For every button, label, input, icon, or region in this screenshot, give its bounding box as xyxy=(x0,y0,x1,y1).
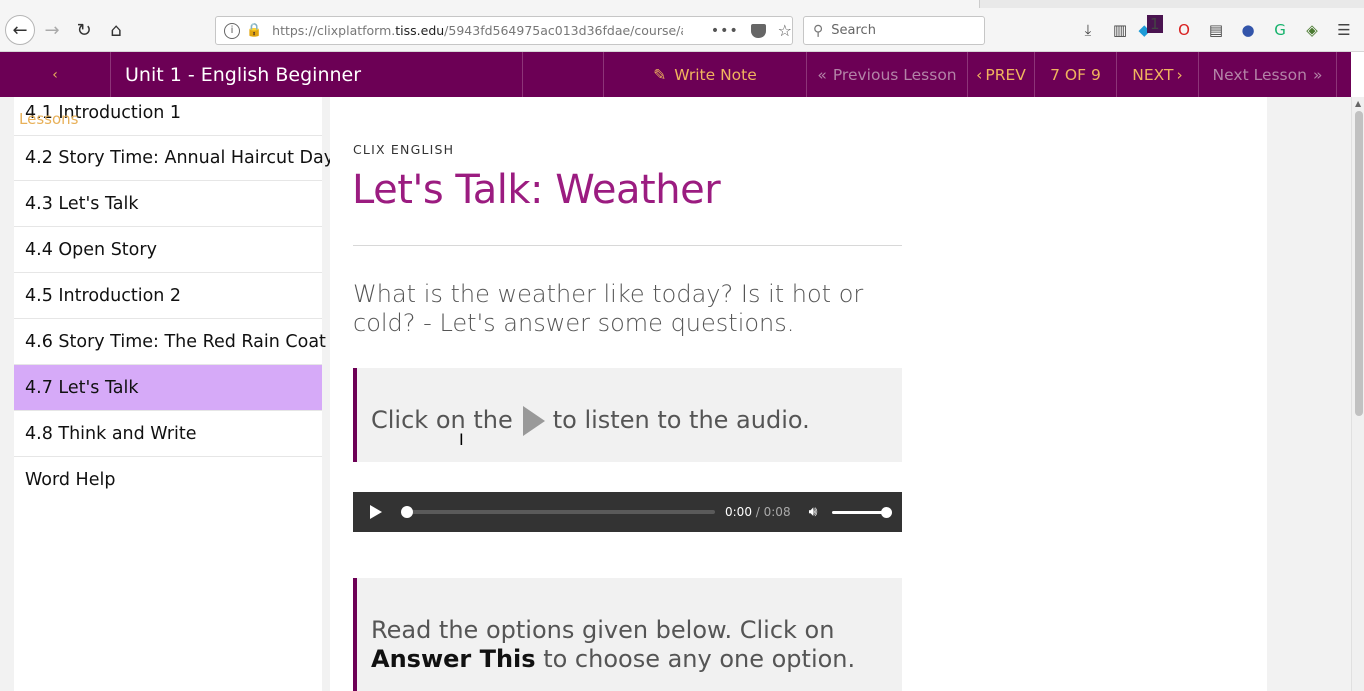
lesson-sidebar: 4.1 Introduction 1 Lessons 4.2 Story Tim… xyxy=(14,97,334,691)
options-instruction-text: Read the options given below. Click on A… xyxy=(371,616,891,674)
sidebar-item-4-8[interactable]: 4.8 Think and Write xyxy=(14,411,322,457)
home-icon[interactable]: ⌂ xyxy=(102,16,130,44)
write-note-button[interactable]: ✎ Write Note xyxy=(603,52,807,97)
pencil-icon: ✎ xyxy=(653,65,667,84)
audio-time: 0:00 / 0:08 xyxy=(725,505,791,519)
prev-label: PREV xyxy=(985,65,1026,84)
play-icon xyxy=(522,406,545,436)
pocket-icon[interactable] xyxy=(750,23,766,38)
notification-badge: 1 xyxy=(1147,15,1163,33)
chevron-right-small-icon: › xyxy=(1176,65,1183,84)
previous-lesson-button[interactable]: « Previous Lesson xyxy=(807,52,968,97)
url-bar[interactable]: i 🔒 https://clixplatform.tiss.edu/5943fd… xyxy=(215,16,793,45)
course-kicker: CLIX ENGLISH xyxy=(353,142,455,157)
volume-handle[interactable] xyxy=(881,506,893,518)
play-button-icon[interactable] xyxy=(370,505,382,519)
library-icon[interactable]: ▥ xyxy=(1104,21,1136,39)
intro-text: What is the weather like today? Is it ho… xyxy=(353,280,864,337)
scrollbar-thumb[interactable] xyxy=(1355,111,1363,416)
answer-this-label: Answer This xyxy=(371,645,536,673)
prev-button[interactable]: ‹ PREV xyxy=(968,52,1035,97)
lesson-content: CLIX ENGLISH Let's Talk: Weather What is… xyxy=(330,97,1267,691)
search-input[interactable]: ⚲ Search xyxy=(803,16,985,45)
chevron-left-small-icon: ‹ xyxy=(976,65,983,84)
color-extension-icon[interactable]: ● xyxy=(1232,21,1264,39)
search-icon: ⚲ xyxy=(813,22,824,39)
options-instruction-box: Read the options given below. Click on A… xyxy=(353,578,902,691)
options-text-1: Read the options given below. Click on xyxy=(371,616,835,644)
page-background-gap xyxy=(322,97,330,691)
audio-seek-bar[interactable] xyxy=(401,506,715,518)
page-title: Let's Talk: Weather xyxy=(352,167,721,213)
page-background-right xyxy=(1267,97,1351,691)
search-placeholder: Search xyxy=(831,23,876,38)
audio-instruction-text: Click on the to listen to the audio. xyxy=(371,406,810,436)
next-label: NEXT xyxy=(1132,65,1174,84)
sidebar-item-word-help[interactable]: Word Help xyxy=(14,457,322,503)
lock-icon: 🔒 xyxy=(245,23,263,38)
sidebar-icon[interactable]: ▤ xyxy=(1200,21,1232,39)
url-text[interactable]: https://clixplatform.tiss.edu/5943fd5649… xyxy=(272,23,683,38)
audio-duration: 0:08 xyxy=(763,505,791,519)
instruction-before: Click on the xyxy=(371,406,513,434)
next-button[interactable]: NEXT › xyxy=(1117,52,1199,97)
opera-icon[interactable]: O xyxy=(1168,21,1200,39)
sidebar-item-4-6[interactable]: 4.6 Story Time: The Red Rain Coat xyxy=(14,319,326,365)
header-spacer xyxy=(523,52,603,97)
active-tab[interactable] xyxy=(0,0,980,8)
reload-icon[interactable]: ↻ xyxy=(70,16,98,44)
screenshot-icon[interactable]: ◈ xyxy=(1296,21,1328,39)
speaker-icon[interactable]: 🔊︎ xyxy=(809,504,818,520)
double-chevron-right-icon: » xyxy=(1312,65,1323,84)
grammarly-icon[interactable]: G xyxy=(1264,21,1296,39)
page-counter: 7 OF 9 xyxy=(1035,52,1117,97)
menu-icon[interactable]: ☰ xyxy=(1328,21,1360,39)
download-icon[interactable]: ⤓ xyxy=(1072,21,1104,39)
instruction-after: to listen to the audio. xyxy=(552,406,810,434)
sidebar-item-4-5[interactable]: 4.5 Introduction 2 xyxy=(14,273,322,319)
lessons-label: Lessons xyxy=(19,110,79,128)
sidebar-item-4-2[interactable]: 4.2 Story Time: Annual Haircut Day xyxy=(14,135,334,181)
sidebar-item-4-4[interactable]: 4.4 Open Story xyxy=(14,227,322,273)
forward-arrow-icon[interactable]: → xyxy=(38,16,66,44)
divider xyxy=(353,245,902,246)
sidebar-item-4-3[interactable]: 4.3 Let's Talk xyxy=(14,181,322,227)
sidebar-item-4-7[interactable]: 4.7 Let's Talk xyxy=(14,365,322,411)
page-background-left xyxy=(0,97,14,691)
double-chevron-left-icon: « xyxy=(817,65,827,84)
options-text-2: to choose any one option. xyxy=(535,645,856,673)
browser-toolbar: ← → ↻ ⌂ i 🔒 https://clixplatform.tiss.ed… xyxy=(0,0,1364,52)
audio-player: 0:00 / 0:08 🔊︎ xyxy=(353,492,902,532)
info-icon[interactable]: i xyxy=(224,22,240,39)
audio-current-time: 0:00 xyxy=(725,505,752,519)
back-arrow-icon[interactable]: ← xyxy=(5,15,35,45)
previous-lesson-label: Previous Lesson xyxy=(832,65,957,84)
next-lesson-button[interactable]: Next Lesson » xyxy=(1199,52,1337,97)
extension-icon[interactable]: ◆1 xyxy=(1136,15,1168,39)
audio-instruction-box: Click on the to listen to the audio. xyxy=(353,368,902,462)
scroll-up-icon[interactable]: ▲ xyxy=(1355,99,1361,108)
seek-handle[interactable] xyxy=(401,506,413,518)
toolbar-icons: ⤓ ▥ ◆1 O ▤ ● G ◈ ☰ xyxy=(1072,15,1360,42)
volume-slider[interactable] xyxy=(832,506,893,518)
audio-time-separator: / xyxy=(751,505,764,519)
text-cursor-icon: I xyxy=(459,430,464,449)
bookmark-star-icon[interactable]: ☆ xyxy=(778,21,792,40)
page-actions-icon[interactable]: ••• xyxy=(711,23,739,39)
page-scrollbar[interactable]: ▲ xyxy=(1351,97,1364,691)
next-lesson-label: Next Lesson xyxy=(1212,65,1307,84)
write-note-label: Write Note xyxy=(674,65,757,84)
tab-strip xyxy=(0,0,1364,8)
